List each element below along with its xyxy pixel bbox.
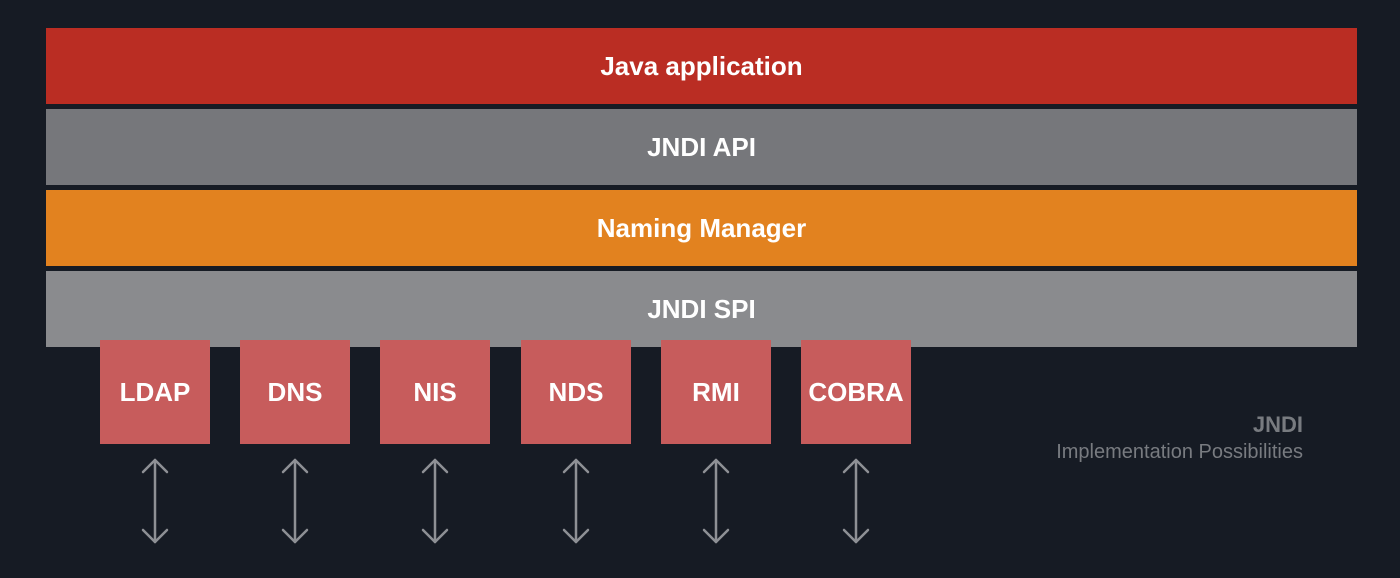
double-arrow-vertical-icon: [702, 458, 730, 544]
provider-nis: NIS: [380, 340, 490, 444]
provider-ldap: LDAP: [100, 340, 210, 444]
layer-java-application: Java application: [46, 28, 1357, 104]
caption-title: JNDI: [1252, 412, 1303, 437]
layer-naming-manager: Naming Manager: [46, 190, 1357, 266]
layer-jndi-spi: JNDI SPI: [46, 271, 1357, 347]
caption-subtitle: Implementation Possibilities: [1056, 441, 1303, 463]
provider-cobra: COBRA: [801, 340, 911, 444]
provider-nds: NDS: [521, 340, 631, 444]
double-arrow-vertical-icon: [842, 458, 870, 544]
layer-jndi-api: JNDI API: [46, 109, 1357, 185]
provider-dns: DNS: [240, 340, 350, 444]
double-arrow-vertical-icon: [421, 458, 449, 544]
provider-rmi: RMI: [661, 340, 771, 444]
double-arrow-vertical-icon: [281, 458, 309, 544]
double-arrow-vertical-icon: [141, 458, 169, 544]
double-arrow-vertical-icon: [562, 458, 590, 544]
